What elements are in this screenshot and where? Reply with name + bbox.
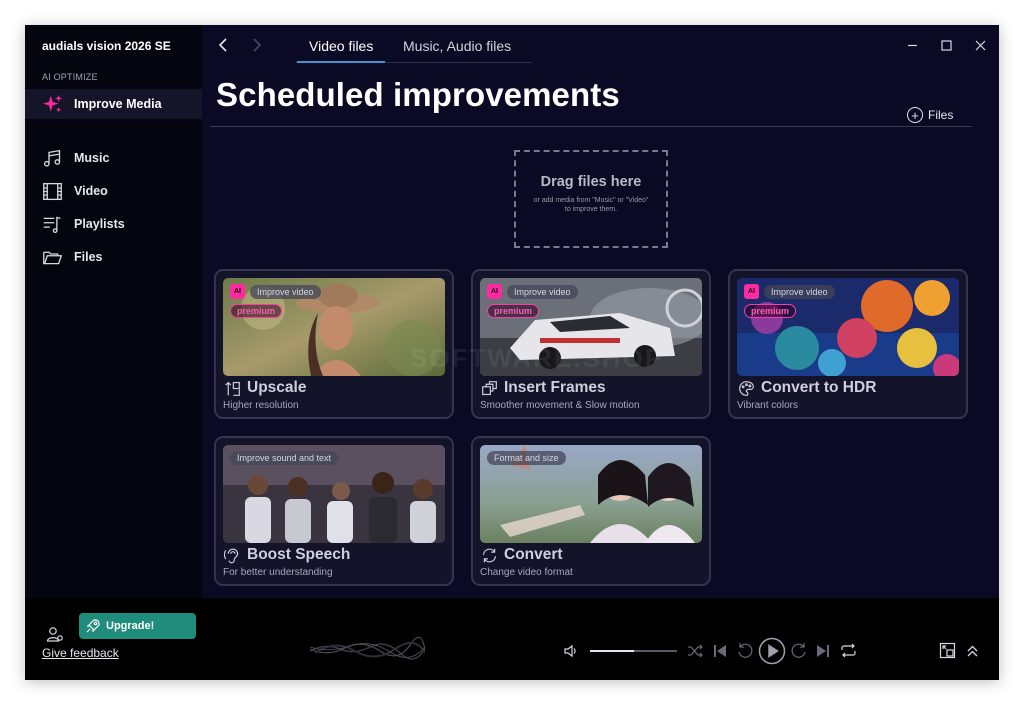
next-button[interactable] [816, 643, 830, 659]
card-title: Convert [504, 546, 563, 563]
minimize-icon [907, 44, 917, 46]
card-subtitle: Change video format [480, 567, 573, 578]
tab-video-files[interactable]: Video files [297, 37, 386, 63]
skip-next-icon [817, 645, 829, 657]
sidebar-item-label: Music [74, 151, 110, 165]
title-divider [210, 126, 972, 127]
sidebar-item-label: Files [74, 250, 103, 264]
upscale-icon [223, 379, 241, 397]
add-files-button[interactable]: + Files [907, 107, 953, 123]
drop-zone-title: Drag files here [540, 174, 642, 190]
sidebar-item-label: Video [74, 184, 108, 198]
card-tag: Improve video [764, 284, 835, 299]
card-title: Upscale [247, 379, 307, 396]
folder-icon [41, 246, 63, 268]
watermark: SOFTWARE.SHOP [410, 343, 665, 373]
sidebar-item-music[interactable]: Music [25, 143, 202, 173]
sidebar-item-label: Improve Media [74, 97, 162, 111]
play-icon [758, 637, 786, 665]
card-title: Boost Speech [247, 546, 351, 563]
card-tag: Improve sound and text [230, 451, 339, 465]
card-title: Insert Frames [504, 379, 606, 396]
repeat-button[interactable] [840, 642, 857, 659]
volume-slider-fill [590, 650, 634, 652]
forward-10-icon [791, 643, 806, 658]
forward-skip-button[interactable] [790, 642, 808, 660]
chevron-left-icon [218, 38, 227, 52]
maximize-button[interactable] [936, 35, 956, 55]
play-button[interactable] [758, 637, 786, 665]
waveform-visualizer [310, 636, 425, 660]
volume-button[interactable] [563, 643, 579, 659]
files-button-label: Files [928, 108, 954, 122]
rewind-button[interactable] [736, 642, 754, 660]
chevron-right-icon [253, 38, 262, 52]
sidebar-item-improve-media[interactable]: Improve Media [25, 89, 202, 119]
back-button[interactable] [213, 34, 235, 56]
chevron-double-up-icon [967, 645, 978, 657]
card-subtitle: For better understanding [223, 567, 333, 578]
ai-badge: AI [487, 284, 502, 299]
premium-badge: premium [230, 304, 283, 318]
premium-badge: premium [744, 304, 797, 318]
upgrade-button[interactable]: Upgrade! [79, 613, 196, 639]
frames-icon [480, 379, 498, 397]
card-tag: Format and size [487, 451, 566, 465]
maximize-icon [940, 39, 952, 51]
speaker-icon [564, 644, 576, 658]
picture-in-picture-icon [939, 642, 956, 659]
palette-icon [737, 379, 755, 397]
sparkle-icon [41, 93, 63, 115]
skip-previous-icon [714, 645, 726, 657]
repeat-icon [841, 643, 856, 658]
app-title: audials vision 2026 SE [42, 39, 171, 53]
music-note-icon [41, 147, 63, 169]
player-bar [25, 598, 999, 680]
upgrade-label: Upgrade! [106, 620, 155, 632]
card-convert[interactable]: Format and size Convert Change video for… [471, 436, 711, 586]
user-settings-icon[interactable] [46, 625, 64, 643]
minimize-button[interactable] [902, 35, 922, 55]
app-window: audials vision 2026 SE AI OPTIMIZE Impro… [25, 25, 999, 680]
expand-player-button[interactable] [965, 643, 980, 658]
ear-icon [223, 546, 241, 564]
sidebar-item-video[interactable]: Video [25, 176, 202, 206]
card-title: Convert to HDR [761, 379, 877, 396]
close-icon [975, 40, 985, 50]
card-tag: Improve video [507, 284, 578, 299]
previous-button[interactable] [713, 643, 727, 659]
drop-zone[interactable]: Drag files here or add media from "Music… [514, 150, 668, 248]
ai-badge: AI [230, 284, 245, 299]
sidebar-item-playlists[interactable]: Playlists [25, 209, 202, 239]
film-icon [41, 180, 63, 202]
sidebar-item-label: Playlists [74, 217, 125, 231]
mini-player-button[interactable] [939, 642, 956, 659]
card-boost-speech[interactable]: Improve sound and text Boost Speech For … [214, 436, 454, 586]
rewind-10-icon [738, 643, 753, 658]
plus-circle-icon: + [907, 107, 923, 123]
tab-music-audio-files[interactable]: Music, Audio files [391, 37, 523, 63]
shuffle-icon [688, 644, 703, 658]
sidebar: audials vision 2026 SE AI OPTIMIZE Impro… [25, 25, 202, 598]
close-button[interactable] [970, 35, 990, 55]
card-subtitle: Smoother movement & Slow motion [480, 400, 640, 411]
forward-button[interactable] [245, 34, 267, 56]
page-title: Scheduled improvements [216, 76, 620, 113]
convert-icon [480, 546, 498, 564]
section-label-ai-optimize: AI OPTIMIZE [42, 72, 98, 82]
card-convert-to-hdr[interactable]: AI Improve video premium Convert to HDR … [728, 269, 968, 419]
volume-slider[interactable] [590, 650, 677, 652]
give-feedback-link[interactable]: Give feedback [42, 646, 119, 660]
drop-zone-subtitle: or add media from "Music" or "Video" to … [533, 197, 649, 213]
card-subtitle: Higher resolution [223, 400, 299, 411]
shuffle-button[interactable] [687, 643, 703, 659]
premium-badge: premium [487, 304, 540, 318]
rocket-icon [86, 619, 100, 633]
ai-badge: AI [744, 284, 759, 299]
card-tag: Improve video [250, 284, 321, 299]
sidebar-item-files[interactable]: Files [25, 242, 202, 272]
card-subtitle: Vibrant colors [737, 400, 798, 411]
playlist-icon [41, 213, 63, 235]
